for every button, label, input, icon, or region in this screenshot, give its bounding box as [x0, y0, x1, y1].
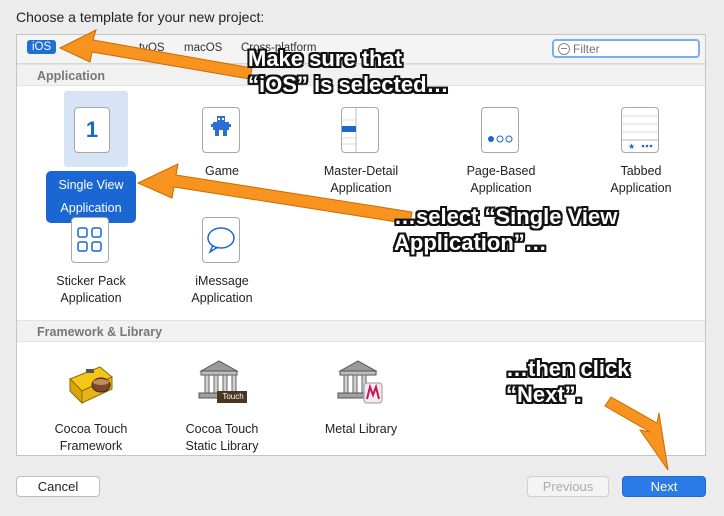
sticker-pack-label: Sticker Pack Application	[31, 273, 151, 307]
cocoa-touch-static-line-2: Static Library	[185, 439, 259, 453]
annotation-ios: Make sure that “iOS” is selected…	[248, 46, 449, 98]
tabbed-line-1: Tabbed	[620, 164, 662, 178]
tab-tvos[interactable]: tvOS	[139, 42, 165, 54]
master-detail-line-2: Application	[330, 181, 392, 195]
filter-field[interactable]	[552, 39, 700, 58]
touch-badge: Touch	[222, 392, 244, 401]
metal-library-icon	[334, 355, 388, 409]
page-based-line-1: Page-Based	[466, 164, 536, 178]
annotation-next: …then click “Next”.	[506, 356, 629, 408]
tab-ios[interactable]: iOS	[27, 40, 57, 54]
imessage-label: iMessage Application	[162, 273, 282, 307]
master-detail-glyph	[342, 108, 357, 152]
page-based-label: Page-Based Application	[441, 163, 561, 197]
library-building-icon: Touch	[195, 355, 249, 409]
dialog-prompt: Choose a template for your new project:	[16, 9, 265, 25]
filter-input[interactable]	[573, 41, 693, 56]
cocoa-touch-framework-line-1: Cocoa Touch	[54, 422, 128, 436]
annotation-single-view-line-2: Application”…	[394, 230, 547, 255]
tabbed-doc: ★	[621, 107, 659, 153]
page-based-line-2: Application	[470, 181, 532, 195]
master-detail-line-1: Master-Detail	[323, 164, 399, 178]
next-button[interactable]: Next	[622, 476, 706, 497]
previous-button[interactable]: Previous	[527, 476, 609, 497]
cocoa-touch-static-label: Cocoa Touch Static Library	[162, 421, 282, 455]
master-detail-label: Master-Detail Application	[301, 163, 421, 197]
game-doc	[202, 107, 240, 153]
cancel-button[interactable]: Cancel	[16, 476, 100, 497]
page-based-doc	[481, 107, 519, 153]
game-sprite	[211, 116, 231, 136]
metal-building-glyph	[337, 360, 383, 404]
imessage-line-1: iMessage	[195, 274, 249, 288]
sticker-pack-line-2: Application	[60, 291, 122, 305]
sticker-pack-doc	[71, 217, 109, 263]
cocoa-touch-framework-line-2: Framework	[59, 439, 123, 453]
cocoa-touch-framework-label: Cocoa Touch Framework	[31, 421, 151, 455]
single-view-icon: 1	[64, 103, 118, 157]
imessage-line-2: Application	[191, 291, 253, 305]
page-dots-glyph	[488, 135, 513, 143]
annotation-next-line-1: …then click	[506, 356, 630, 381]
toolbox-icon	[64, 355, 118, 409]
svg-text:★: ★	[628, 142, 635, 151]
tabbed-label: Tabbed Application	[581, 163, 701, 197]
metal-library-label: Metal Library	[324, 422, 398, 436]
game-icon	[195, 103, 249, 157]
cocoa-touch-static-line-1: Cocoa Touch	[185, 422, 259, 436]
toolbox-glyph	[69, 366, 113, 405]
imessage-doc	[202, 217, 240, 263]
tabbed-line-2: Application	[610, 181, 672, 195]
filter-icon	[558, 43, 570, 55]
imessage-icon	[195, 213, 249, 267]
annotation-next-line-2: “Next”.	[506, 382, 582, 407]
sticker-pack-icon	[64, 213, 118, 267]
annotation-ios-line-2: “iOS” is selected…	[248, 72, 449, 97]
master-detail-icon	[334, 103, 388, 157]
tab-macos[interactable]: macOS	[184, 42, 222, 54]
annotation-single-view: …select “Single View Application”…	[394, 204, 617, 256]
annotation-single-view-line-1: …select “Single View	[394, 204, 618, 229]
section-framework-library: Framework & Library	[17, 320, 705, 342]
sticker-pack-line-1: Sticker Pack	[56, 274, 126, 288]
tabbed-icon: ★	[614, 103, 668, 157]
master-detail-doc	[341, 107, 379, 153]
sticker-grid-glyph	[77, 227, 102, 252]
single-view-line-1: Single View	[52, 174, 130, 197]
annotation-ios-line-1: Make sure that	[248, 46, 403, 71]
tabbed-glyph: ★	[622, 115, 658, 151]
single-view-icon-number: 1	[74, 107, 110, 153]
game-label: Game	[204, 164, 240, 178]
page-based-icon	[474, 103, 528, 157]
speech-bubble-glyph	[207, 227, 235, 254]
